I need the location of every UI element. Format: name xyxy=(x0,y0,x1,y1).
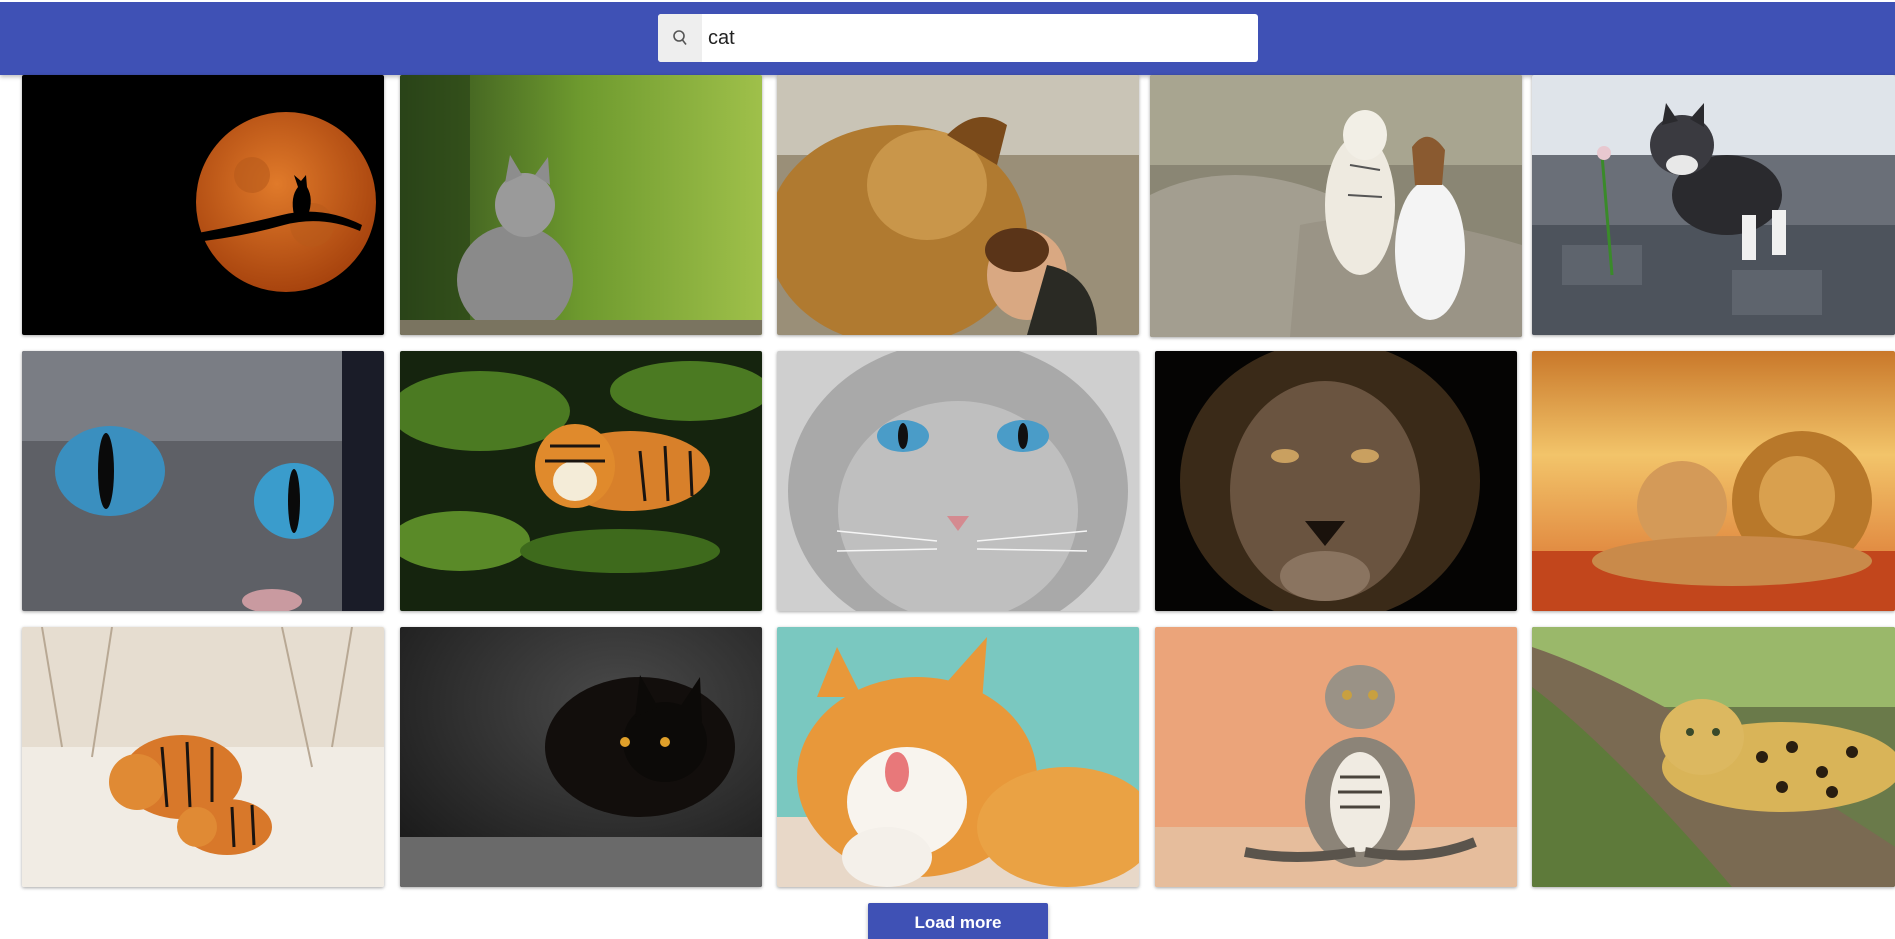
image-result-ginger-cat[interactable] xyxy=(777,627,1139,887)
image-result-tiger-water[interactable] xyxy=(400,351,762,611)
image-result-lion-girl[interactable] xyxy=(777,75,1139,335)
image-result-grey-kitten[interactable] xyxy=(400,75,762,335)
image-result-leopard[interactable] xyxy=(1532,627,1895,887)
image-result-lion-pair[interactable] xyxy=(1532,351,1895,611)
image-result-grey-cat[interactable] xyxy=(777,351,1139,611)
image-result-lion-portrait[interactable] xyxy=(1155,351,1517,611)
image-grid xyxy=(0,0,1895,939)
image-result-moon-cat[interactable] xyxy=(22,75,384,335)
image-result-blue-eyes-cat[interactable] xyxy=(22,351,384,611)
image-result-black-cat[interactable] xyxy=(400,627,762,887)
image-result-tigers-snow[interactable] xyxy=(22,627,384,887)
image-result-scottish-fold[interactable] xyxy=(1155,627,1517,887)
load-more-button[interactable]: Load more xyxy=(868,903,1048,939)
image-result-white-tiger-woman[interactable] xyxy=(1150,75,1522,337)
image-result-kitten-flower[interactable] xyxy=(1532,75,1895,335)
